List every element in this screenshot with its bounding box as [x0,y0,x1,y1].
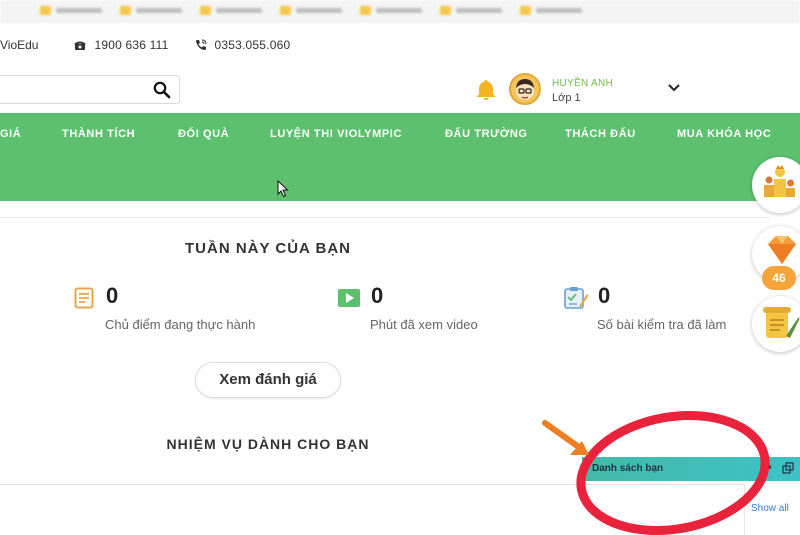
red-annotation-ellipse [576,411,770,535]
annotation-overlay [542,411,770,535]
browser-page: VioEdu 1900 636 111 0353.055.060 HUYỀN A… [0,0,800,535]
orange-arrow-annotation [542,420,589,455]
